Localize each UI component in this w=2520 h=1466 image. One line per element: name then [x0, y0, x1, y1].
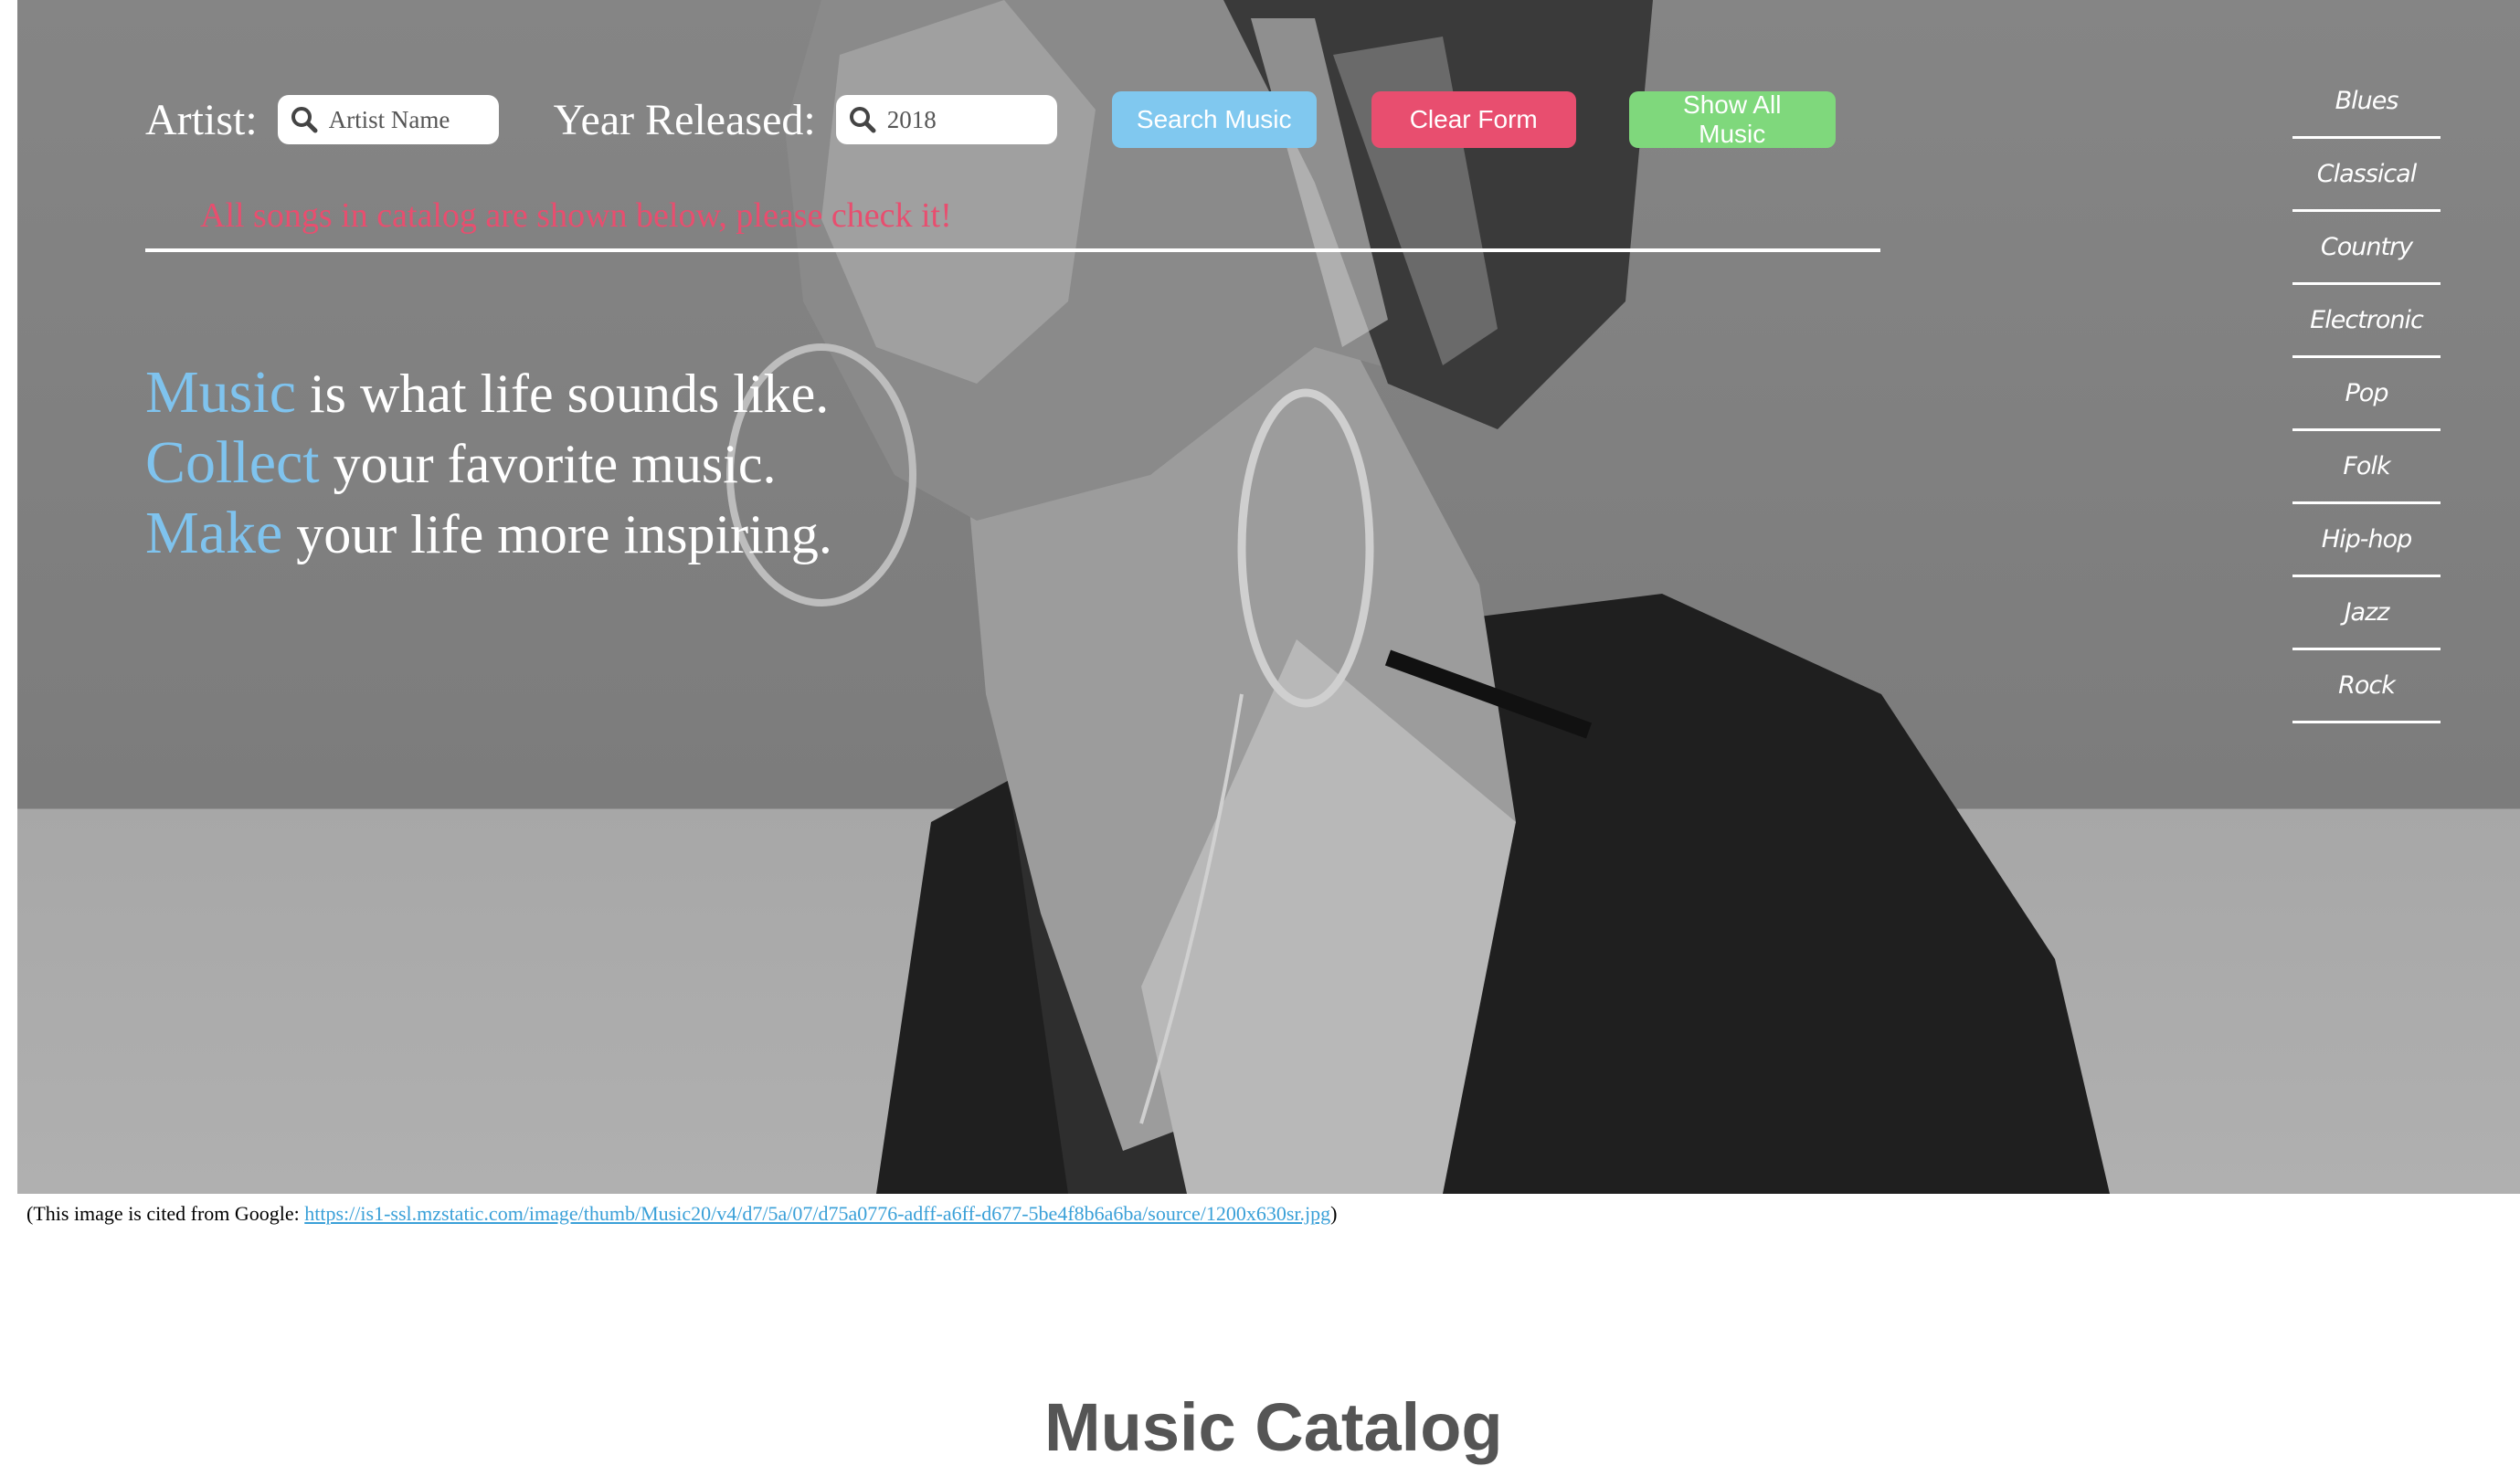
search-music-button[interactable]: Search Music	[1111, 91, 1317, 148]
citation-suffix: )	[1330, 1202, 1338, 1225]
artist-label: Artist:	[145, 95, 258, 144]
status-message: All songs in catalog are shown below, pl…	[200, 196, 952, 235]
hero-banner: Artist: Year Released: Search Music Clea…	[17, 0, 2520, 1194]
slogan: Music is what life sounds like. Collect …	[145, 358, 832, 569]
slogan-keyword: Make	[145, 500, 283, 566]
slogan-text: your life more inspiring.	[282, 504, 832, 564]
year-label: Year Released:	[553, 95, 816, 144]
artist-photo	[726, 0, 2110, 1194]
slogan-text: your favorite music.	[319, 434, 777, 494]
search-icon	[849, 106, 876, 133]
image-citation: (This image is cited from Google: https:…	[26, 1202, 1337, 1226]
genre-item-jazz[interactable]: Jazz	[2292, 577, 2441, 650]
slogan-keyword: Collect	[145, 429, 320, 496]
slogan-line: Collect your favorite music.	[145, 428, 832, 499]
show-all-music-button[interactable]: Show All Music	[1628, 90, 1836, 148]
genre-item-pop[interactable]: Pop	[2292, 358, 2441, 431]
genre-menu: Blues Classical Country Electronic Pop F…	[2292, 66, 2441, 723]
slogan-text: is what life sounds like.	[296, 364, 830, 424]
clear-form-button[interactable]: Clear Form	[1371, 91, 1576, 148]
catalog-heading: Music Catalog	[1044, 1389, 1503, 1465]
citation-prefix: (This image is cited from Google:	[26, 1202, 305, 1225]
year-input-wrapper[interactable]	[835, 95, 1057, 144]
artist-input-wrapper[interactable]	[277, 95, 499, 144]
artist-input[interactable]	[328, 105, 484, 134]
slogan-line: Make your life more inspiring.	[145, 499, 832, 569]
genre-item-hip-hop[interactable]: Hip-hop	[2292, 504, 2441, 577]
divider	[145, 248, 1880, 252]
genre-item-blues[interactable]: Blues	[2292, 66, 2441, 139]
search-bar: Artist: Year Released: Search Music Clea…	[145, 90, 1836, 148]
year-input[interactable]	[886, 105, 1043, 134]
genre-item-classical[interactable]: Classical	[2292, 139, 2441, 212]
slogan-line: Music is what life sounds like.	[145, 358, 832, 428]
slogan-keyword: Music	[145, 359, 296, 426]
citation-link[interactable]: https://is1-ssl.mzstatic.com/image/thumb…	[304, 1202, 1330, 1225]
genre-item-rock[interactable]: Rock	[2292, 650, 2441, 723]
genre-item-folk[interactable]: Folk	[2292, 431, 2441, 504]
genre-item-country[interactable]: Country	[2292, 212, 2441, 285]
search-icon	[291, 106, 318, 133]
genre-item-electronic[interactable]: Electronic	[2292, 285, 2441, 358]
